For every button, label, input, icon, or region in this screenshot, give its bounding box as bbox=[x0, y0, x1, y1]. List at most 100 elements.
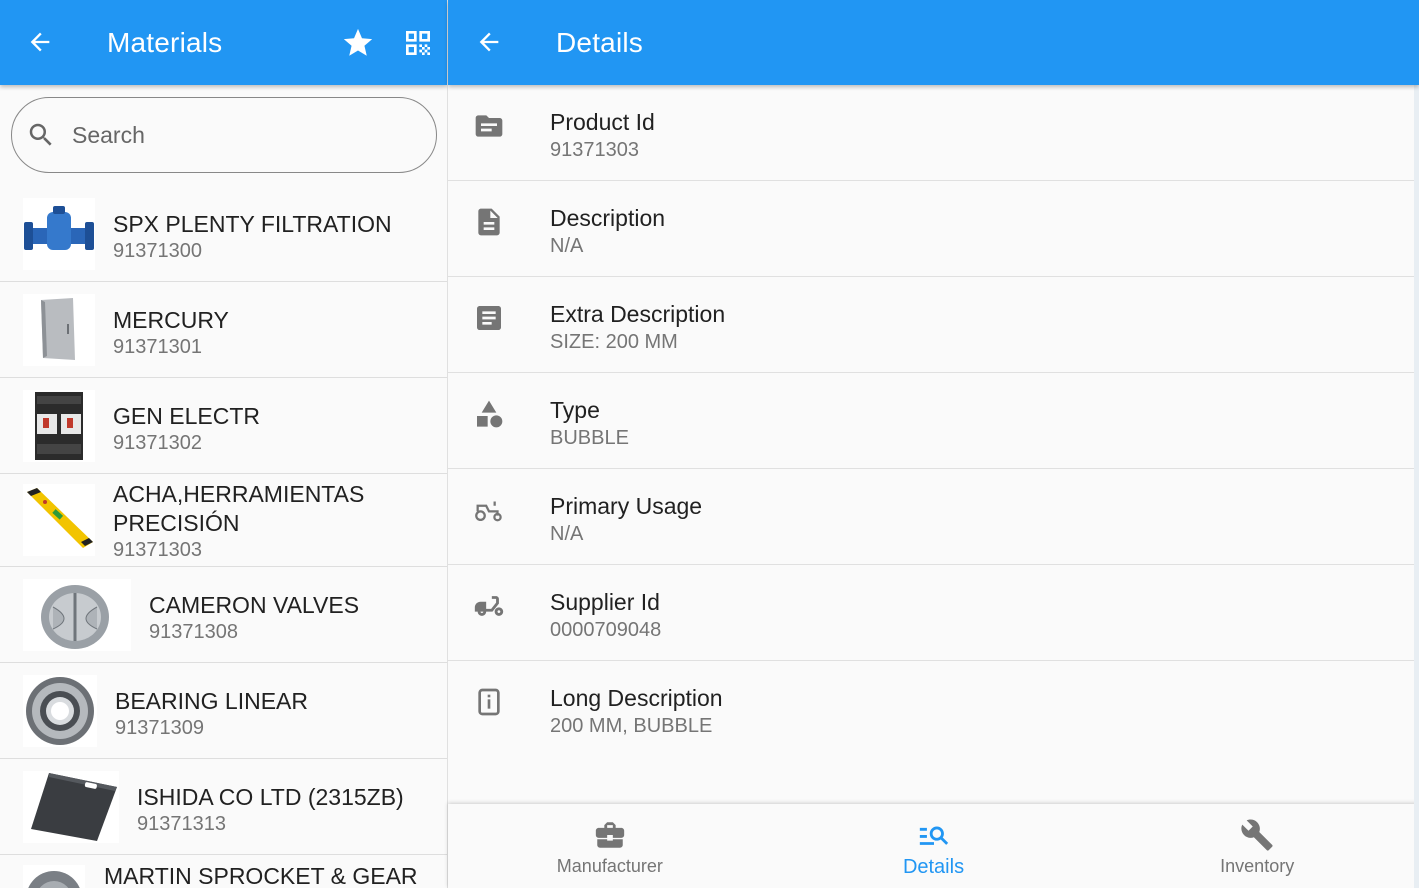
search-field[interactable] bbox=[11, 97, 437, 173]
list-item-text: MERCURY 91371301 bbox=[113, 306, 229, 359]
materials-app-bar: Materials bbox=[0, 0, 447, 85]
list-item[interactable]: ACHA,HERRAMIENTAS PRECISIÓN 91371303 bbox=[0, 474, 447, 567]
detail-value: 91371303 bbox=[550, 139, 639, 161]
list-item[interactable]: ISHIDA CO LTD (2315ZB) 91371313 bbox=[0, 759, 447, 855]
material-thumbnail bbox=[23, 865, 85, 888]
search-input[interactable] bbox=[72, 121, 402, 149]
description-icon bbox=[472, 205, 506, 239]
material-thumbnail bbox=[23, 390, 95, 462]
list-item[interactable]: MERCURY 91371301 bbox=[0, 282, 447, 378]
check-valve-image bbox=[41, 585, 109, 649]
list-item[interactable]: CAMERON VALVES 91371308 bbox=[0, 567, 447, 663]
page-title: Materials bbox=[107, 27, 223, 58]
spirit-level-image bbox=[27, 488, 93, 548]
list-item-text: ISHIDA CO LTD (2315ZB) 91371313 bbox=[137, 783, 404, 836]
detail-label: Long Description bbox=[550, 685, 723, 711]
details-app-bar: Details bbox=[448, 0, 1419, 85]
list-item[interactable]: MARTIN SPROCKET & GEAR bbox=[0, 855, 447, 888]
info-box-icon bbox=[472, 685, 506, 719]
moped-icon bbox=[472, 589, 506, 623]
detail-label: Primary Usage bbox=[550, 493, 703, 519]
app-root: Materials Search SPX PLENTY FILTRATION 9… bbox=[0, 0, 1419, 888]
list-item-text: CAMERON VALVES 91371308 bbox=[149, 591, 359, 644]
material-id: 91371303 bbox=[113, 539, 202, 561]
back-button[interactable] bbox=[473, 26, 505, 58]
material-name: MARTIN SPROCKET & GEAR bbox=[104, 863, 418, 888]
detail-row-supplier-id: Supplier Id 0000709048 bbox=[448, 565, 1414, 661]
list-item[interactable]: SPX PLENTY FILTRATION 91371300 bbox=[0, 186, 447, 282]
material-name: ACHA,HERRAMIENTAS PRECISIÓN bbox=[113, 481, 365, 536]
material-thumbnail bbox=[23, 675, 97, 747]
material-id: 91371308 bbox=[149, 621, 238, 643]
material-name: GEN ELECTR bbox=[113, 403, 260, 429]
circuit-breaker-image bbox=[35, 392, 83, 460]
tab-inventory[interactable]: Inventory bbox=[1095, 804, 1419, 888]
briefcase-icon bbox=[593, 818, 627, 852]
detail-row-description: Description N/A bbox=[448, 181, 1414, 277]
detail-label: Supplier Id bbox=[550, 589, 660, 615]
detail-row-extra-description: Extra Description SIZE: 200 MM bbox=[448, 277, 1414, 373]
favorites-button[interactable] bbox=[341, 26, 375, 60]
detail-label: Product Id bbox=[550, 109, 655, 135]
ball-bearing-image bbox=[26, 677, 94, 745]
material-id: 91371302 bbox=[113, 432, 202, 454]
detail-row-type: Type BUBBLE bbox=[448, 373, 1414, 469]
arrow-back-icon bbox=[30, 32, 50, 52]
page-title: Details bbox=[556, 27, 643, 58]
materials-list: SPX PLENTY FILTRATION 91371300 MERCURY 9… bbox=[0, 186, 447, 888]
detail-row-product-id: Product Id 91371303 bbox=[448, 85, 1414, 181]
list-item[interactable]: BEARING LINEAR 91371309 bbox=[0, 663, 447, 759]
material-name: BEARING LINEAR bbox=[115, 688, 308, 714]
tab-label: Details bbox=[902, 856, 965, 878]
material-thumbnail bbox=[23, 198, 95, 270]
material-name: SPX PLENTY FILTRATION bbox=[113, 211, 392, 237]
list-item-text: GEN ELECTR 91371302 bbox=[113, 402, 260, 455]
detail-label: Extra Description bbox=[550, 301, 726, 327]
material-thumbnail bbox=[23, 294, 95, 366]
qr-code-icon bbox=[406, 31, 430, 55]
metal-plate-image bbox=[31, 773, 117, 841]
qr-scan-button[interactable] bbox=[401, 26, 435, 60]
detail-row-long-description: Long Description 200 MM, BUBBLE bbox=[448, 661, 1414, 757]
detail-value: N/A bbox=[550, 523, 584, 545]
material-thumbnail bbox=[23, 484, 95, 556]
bottom-navigation: Manufacturer Details Inventory bbox=[448, 804, 1419, 888]
wrench-icon bbox=[1240, 818, 1274, 852]
folder-icon bbox=[472, 109, 506, 143]
manage-search-icon bbox=[917, 818, 951, 852]
sprocket-image bbox=[28, 871, 80, 888]
list-item-text: ACHA,HERRAMIENTAS PRECISIÓN 91371303 bbox=[113, 480, 413, 562]
detail-label: Type bbox=[550, 397, 600, 423]
tab-label: Inventory bbox=[1220, 856, 1295, 876]
article-icon bbox=[472, 301, 506, 335]
materials-pane: Materials Search SPX PLENTY FILTRATION 9… bbox=[0, 0, 448, 888]
details-pane: Details Product Id 91371303 Description … bbox=[448, 0, 1419, 888]
detail-value: N/A bbox=[550, 235, 584, 257]
list-item-text: SPX PLENTY FILTRATION 91371300 bbox=[113, 210, 392, 263]
material-thumbnail bbox=[23, 579, 131, 651]
window-edge bbox=[1414, 0, 1419, 888]
detail-label: Description bbox=[550, 205, 666, 231]
detail-value: 0000709048 bbox=[550, 619, 662, 641]
material-name: ISHIDA CO LTD (2315ZB) bbox=[137, 784, 404, 810]
material-name: CAMERON VALVES bbox=[149, 592, 360, 618]
material-id: 91371309 bbox=[115, 717, 204, 739]
material-thumbnail bbox=[23, 771, 119, 843]
back-button[interactable] bbox=[24, 26, 56, 58]
search-container bbox=[0, 85, 447, 183]
tab-label: Manufacturer bbox=[556, 856, 663, 876]
tab-manufacturer[interactable]: Manufacturer bbox=[448, 804, 772, 888]
list-item-text: MARTIN SPROCKET & GEAR bbox=[104, 862, 418, 888]
material-name: MERCURY bbox=[113, 307, 229, 333]
detail-value: SIZE: 200 MM bbox=[550, 331, 678, 353]
detail-value: 200 MM, BUBBLE bbox=[550, 715, 713, 737]
search-icon bbox=[29, 123, 52, 146]
star-icon bbox=[343, 28, 373, 56]
tractor-icon bbox=[472, 493, 506, 527]
tab-details[interactable]: Details bbox=[772, 804, 1096, 888]
list-item[interactable]: GEN ELECTR 91371302 bbox=[0, 378, 447, 474]
steel-cabinet-image bbox=[41, 298, 75, 360]
arrow-back-icon bbox=[479, 32, 499, 52]
material-id: 91371300 bbox=[113, 240, 202, 262]
list-item-text: BEARING LINEAR 91371309 bbox=[115, 687, 308, 740]
